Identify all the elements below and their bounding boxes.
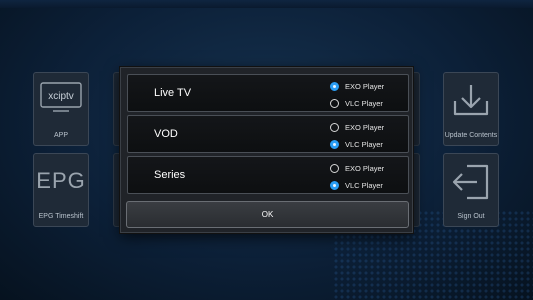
radio-unselected-icon[interactable]	[330, 98, 339, 108]
ok-button[interactable]: OK	[126, 201, 409, 228]
sign-out-icon	[444, 162, 498, 202]
radio-unselected-icon[interactable]	[330, 122, 339, 132]
series-row: Series EXO Player VLC Player	[127, 156, 409, 194]
option-label: EXO Player	[345, 163, 385, 173]
epg-logo-text: EPG	[36, 168, 86, 193]
live-tv-vlc-option[interactable]: VLC Player	[330, 97, 383, 109]
update-tile-label: Update Contents	[444, 132, 498, 139]
series-exo-option[interactable]: EXO Player	[330, 162, 384, 174]
vod-exo-option[interactable]: EXO Player	[330, 121, 384, 133]
epg-timeshift-tile[interactable]: EPG EPG Timeshift	[33, 153, 89, 227]
vod-label: VOD	[154, 128, 178, 140]
vod-row: VOD EXO Player VLC Player	[127, 115, 409, 153]
vod-vlc-option[interactable]: VLC Player	[330, 138, 383, 150]
option-label: EXO Player	[345, 122, 385, 132]
player-selection-dialog: Live TV EXO Player VLC Player VOD EXO Pl…	[120, 67, 413, 233]
live-tv-label: Live TV	[154, 87, 192, 99]
epg-text-icon: EPG	[34, 168, 88, 194]
update-contents-tile[interactable]: Update Contents	[443, 72, 499, 146]
option-label: VLC Player	[345, 180, 383, 190]
option-label: VLC Player	[345, 98, 383, 108]
epg-tile-label: EPG Timeshift	[38, 213, 84, 220]
live-tv-exo-option[interactable]: EXO Player	[330, 80, 384, 92]
top-strip	[0, 0, 533, 8]
series-vlc-option[interactable]: VLC Player	[330, 179, 383, 191]
option-label: VLC Player	[345, 139, 383, 149]
radio-selected-icon[interactable]	[330, 180, 339, 190]
sign-out-tile-label: Sign Out	[457, 213, 485, 220]
radio-selected-icon[interactable]	[330, 81, 339, 91]
option-label: EXO Player	[345, 81, 385, 91]
sign-out-tile[interactable]: Sign Out	[443, 153, 499, 227]
app-tile[interactable]: xciptv APP	[33, 72, 89, 146]
download-icon	[444, 81, 498, 119]
xciptv-logo-icon: xciptv	[34, 81, 88, 115]
radio-unselected-icon[interactable]	[330, 163, 339, 173]
live-tv-row: Live TV EXO Player VLC Player	[127, 74, 409, 112]
xciptv-logo-text: xciptv	[48, 91, 74, 102]
app-tile-label: APP	[53, 132, 68, 139]
series-label: Series	[154, 169, 186, 181]
radio-selected-icon[interactable]	[330, 139, 339, 149]
